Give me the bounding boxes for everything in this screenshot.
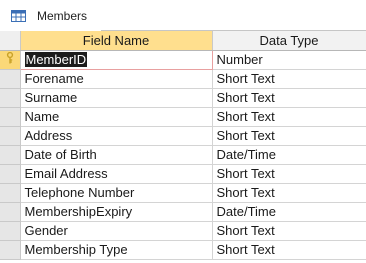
data-type-cell[interactable]: Short Text [212, 88, 366, 108]
document-tab-bar: Members [0, 0, 366, 31]
data-type-text: Short Text [216, 71, 275, 86]
data-type-header[interactable]: Data Type [212, 31, 366, 51]
tab-title: Members [37, 8, 88, 23]
primary-key-icon [6, 52, 13, 64]
field-name-cell[interactable]: MembershipExpiry [20, 202, 213, 222]
table-row[interactable]: Gender Short Text [0, 221, 366, 241]
row-selector[interactable] [0, 145, 21, 165]
data-type-cell[interactable]: Short Text [212, 69, 366, 89]
field-name-text: Forename [24, 71, 84, 86]
data-type-text: Short Text [216, 128, 275, 143]
table-row[interactable]: Address Short Text [0, 126, 366, 146]
table-row[interactable]: Surname Short Text [0, 88, 366, 108]
data-type-cell[interactable]: Short Text [212, 240, 366, 260]
data-type-cell[interactable]: Short Text [212, 183, 366, 203]
table-row[interactable]: Date of Birth Date/Time [0, 145, 366, 165]
table-design-window: Members Field Name Data Type MemberID Num… [0, 0, 366, 263]
data-type-text: Number [216, 52, 263, 67]
data-type-text: Short Text [216, 242, 275, 257]
field-name-text: Date of Birth [24, 147, 97, 162]
field-name-cell[interactable]: Date of Birth [20, 145, 213, 165]
field-name-header[interactable]: Field Name [20, 31, 213, 51]
table-row[interactable]: MembershipExpiry Date/Time [0, 202, 366, 222]
row-selector[interactable] [0, 202, 21, 222]
row-selector[interactable] [0, 221, 21, 241]
field-name-text: Surname [24, 90, 78, 105]
field-name-text: Address [24, 128, 73, 143]
field-name-cell[interactable]: Gender [20, 221, 213, 241]
data-type-cell[interactable]: Short Text [212, 221, 366, 241]
field-name-cell[interactable]: Forename [20, 69, 213, 89]
field-name-cell[interactable]: Telephone Number [20, 183, 213, 203]
field-name-cell[interactable]: MemberID [19, 49, 213, 70]
field-name-text: Email Address [24, 166, 108, 181]
field-name-cell[interactable]: Surname [20, 88, 213, 108]
table-icon [11, 9, 26, 22]
field-name-text: MemberID [24, 52, 88, 67]
grid-body: MemberID Number Forename Short Text Surname S… [0, 49, 366, 260]
row-selector[interactable] [0, 126, 21, 146]
field-name-cell[interactable]: Address [20, 126, 213, 146]
field-name-text: Name [24, 109, 60, 124]
table-row[interactable]: Telephone Number Short Text [0, 183, 366, 203]
data-type-cell[interactable]: Number [212, 50, 366, 70]
row-selector[interactable] [0, 164, 21, 184]
data-type-text: Short Text [216, 90, 275, 105]
field-name-text: MembershipExpiry [24, 204, 133, 219]
tab-members[interactable]: Members [0, 0, 102, 31]
row-selector[interactable] [0, 88, 21, 108]
data-type-cell[interactable]: Short Text [212, 107, 366, 127]
data-type-text: Short Text [216, 185, 275, 200]
data-type-text: Date/Time [216, 204, 276, 219]
table-row[interactable]: Name Short Text [0, 107, 366, 127]
data-type-text: Short Text [216, 223, 275, 238]
data-type-cell[interactable]: Short Text [212, 126, 366, 146]
design-grid: Field Name Data Type MemberID Number Foren… [0, 31, 366, 260]
select-all-corner[interactable] [0, 31, 21, 51]
row-selector[interactable] [0, 107, 21, 127]
table-row[interactable]: Forename Short Text [0, 69, 366, 89]
field-name-cell[interactable]: Membership Type [20, 240, 213, 260]
data-type-text: Short Text [216, 166, 275, 181]
field-name-cell[interactable]: Name [20, 107, 213, 127]
field-name-cell[interactable]: Email Address [20, 164, 213, 184]
data-type-cell[interactable]: Short Text [212, 164, 366, 184]
field-name-text: Telephone Number [24, 185, 135, 200]
data-type-text: Date/Time [216, 147, 276, 162]
table-row[interactable]: MemberID Number [0, 49, 366, 70]
row-selector[interactable] [0, 50, 21, 70]
field-name-text: Gender [24, 223, 68, 238]
table-row[interactable]: Membership Type Short Text [0, 240, 366, 260]
row-selector[interactable] [0, 240, 21, 260]
row-selector[interactable] [0, 69, 21, 89]
data-type-text: Short Text [216, 109, 275, 124]
table-row[interactable]: Email Address Short Text [0, 164, 366, 184]
data-type-cell[interactable]: Date/Time [212, 202, 366, 222]
field-name-text: Membership Type [24, 242, 128, 257]
row-selector[interactable] [0, 183, 21, 203]
data-type-cell[interactable]: Date/Time [212, 145, 366, 165]
